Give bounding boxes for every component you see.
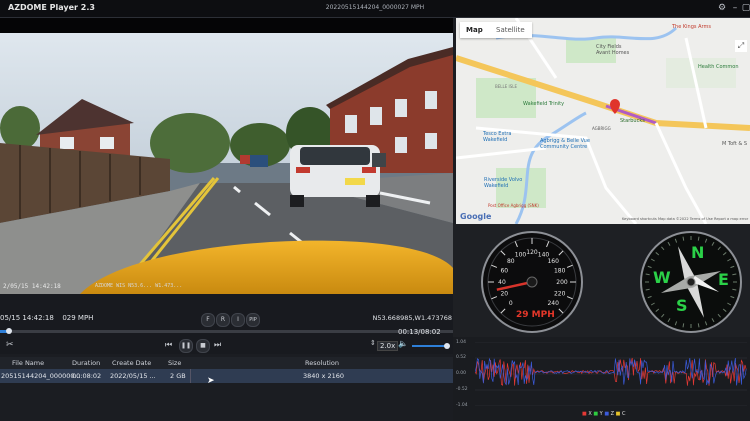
col-file-name[interactable]: File Name: [12, 359, 44, 367]
map-footer: Keyboard shortcuts Map data ©2022 Terms …: [622, 217, 749, 221]
legend-c: ■ C: [616, 411, 626, 417]
video-info-overlay: AZDOME WIS N53.6... W1.473...: [95, 283, 183, 289]
compass-e: E: [718, 270, 729, 289]
rear-camera-button[interactable]: R: [216, 313, 230, 327]
y-tick-1: 1.04: [456, 340, 467, 345]
speed-stepper-icon[interactable]: ⇕: [370, 339, 376, 347]
compass-tick: [732, 273, 737, 276]
speedo-tick-label: 220: [554, 290, 566, 297]
compass-tick: [682, 323, 685, 328]
y-tick-5: -1.04: [456, 403, 468, 408]
speedo-tick-label: 60: [500, 268, 508, 275]
map-label-agbrigg-centre: Agbrigg & Belle Vue Community Centre: [540, 138, 590, 150]
playback-rate-select[interactable]: 2.0x: [377, 341, 399, 351]
settings-icon[interactable]: ⚙: [716, 2, 728, 14]
compass-tick: [645, 273, 650, 276]
cut-icon[interactable]: ✂: [6, 340, 14, 350]
map-label-starbucks: Starbucks: [620, 118, 645, 124]
g-sensor-plot: [475, 342, 747, 406]
compass-tick: [645, 288, 650, 291]
tab-map[interactable]: Map: [466, 26, 483, 34]
compass-w: W: [653, 268, 671, 287]
cell-duration: 00:08:02: [72, 372, 102, 380]
legend-z: ■ Z: [604, 411, 615, 417]
mouse-cursor-icon: ➤: [207, 376, 215, 386]
interior-camera-button[interactable]: I: [231, 313, 245, 327]
col-resolution[interactable]: Resolution: [305, 359, 339, 367]
current-file-title: 20220515144204_0000027 MPH: [325, 4, 425, 11]
dashcam-frame: [0, 33, 453, 294]
progress-handle[interactable]: [6, 328, 13, 334]
legend-y: ■ Y: [593, 411, 604, 417]
cell-file-name: 20515144204_000000...: [1, 372, 81, 380]
google-logo: Google: [460, 212, 492, 221]
speedo-tick-label: 80: [507, 258, 515, 265]
speedo-tick-label: 120: [526, 249, 538, 256]
map-label-mtoft: M Toft & S: [722, 141, 748, 147]
speedo-tick-label: 160: [547, 258, 559, 265]
volume-slider[interactable]: [412, 345, 448, 347]
legend-x: ■ X: [582, 411, 593, 417]
compass-tick: [732, 288, 737, 291]
map-label-health: Health Common: [698, 64, 739, 70]
y-tick-4: -0.52: [456, 387, 468, 392]
video-timestamp-overlay: 2/05/15 14:42:18: [3, 283, 61, 290]
map-label-riverside: Riverside Volvo Wakefield: [484, 177, 523, 189]
previous-icon[interactable]: ⏮: [165, 340, 172, 350]
column-divider: [190, 369, 191, 383]
progress-track[interactable]: [0, 330, 453, 333]
time-readout: 00:13/08:02: [398, 328, 441, 336]
stop-button[interactable]: ■: [196, 339, 210, 353]
speed-gauge-readout: 29 MPH: [516, 310, 555, 320]
compass-tick: [682, 236, 685, 241]
chart-legend: ■ X ■ Y ■ Z ■ C: [582, 411, 626, 417]
timestamp-value: 05/15 14:42:18: [0, 314, 54, 322]
map-label-post: Post Office Agbrigg (SNK): [488, 203, 539, 208]
y-tick-3: 0.00: [456, 371, 467, 376]
y-tick-2: 0.52: [456, 355, 467, 360]
map-label-wakefield-trinity: Wakefield Trinity: [523, 101, 565, 107]
gps-coordinates: N53.668985,W1.473768: [372, 314, 452, 322]
col-create-date[interactable]: Create Date: [112, 359, 151, 367]
speedo-tick-label: 240: [547, 300, 559, 307]
speedo-tick-label: 180: [554, 268, 566, 275]
map-label-belle: BELLE ISLE: [495, 84, 518, 89]
pip-button[interactable]: PIP: [246, 313, 260, 327]
speedo-tick-label: 20: [500, 290, 508, 297]
compass-tick: [697, 236, 700, 241]
fullscreen-icon[interactable]: ⤢: [735, 40, 747, 52]
compass-s: S: [676, 296, 688, 315]
map-label-kings-arms: The Kings Arms: [672, 24, 711, 30]
col-size[interactable]: Size: [168, 359, 181, 367]
file-table-header: [0, 357, 453, 369]
cell-create-date: 2022/05/15 ...: [110, 372, 156, 380]
speedo-tick-label: 200: [556, 279, 568, 286]
tab-satellite[interactable]: Satellite: [496, 26, 525, 34]
volume-icon[interactable]: 🔈: [398, 339, 408, 348]
video-letterbox: [0, 18, 453, 33]
speed-readout: 029 MPH: [62, 314, 94, 322]
maximize-icon[interactable]: ▢: [740, 2, 750, 14]
next-icon[interactable]: ⏭: [214, 340, 221, 350]
timestamp-readout: 05/15 14:42:18 029 MPH: [0, 314, 93, 322]
map-label-city-fields: City Fields Avant Homes: [596, 44, 630, 56]
pause-button[interactable]: ❚❚: [179, 339, 193, 353]
compass-tick: [697, 323, 700, 328]
file-table-body: [0, 383, 453, 421]
video-player[interactable]: [0, 33, 453, 294]
col-duration[interactable]: Duration: [72, 359, 100, 367]
legend-label: C: [622, 411, 626, 417]
speedo-tick-label: 40: [498, 279, 506, 286]
front-camera-button[interactable]: F: [201, 313, 215, 327]
cell-resolution: 3840 x 2160: [303, 372, 345, 380]
cell-size: 2 GB: [170, 372, 186, 380]
map-label-tesco: Tesco Extra Wakefield: [483, 131, 512, 143]
speedo-tick-label: 0: [509, 300, 513, 307]
volume-handle[interactable]: [444, 343, 450, 349]
compass-n: N: [691, 243, 705, 262]
speedo-tick-label: 100: [515, 251, 527, 258]
map-label-agbrigg-road: AGBRIGG: [592, 126, 611, 131]
